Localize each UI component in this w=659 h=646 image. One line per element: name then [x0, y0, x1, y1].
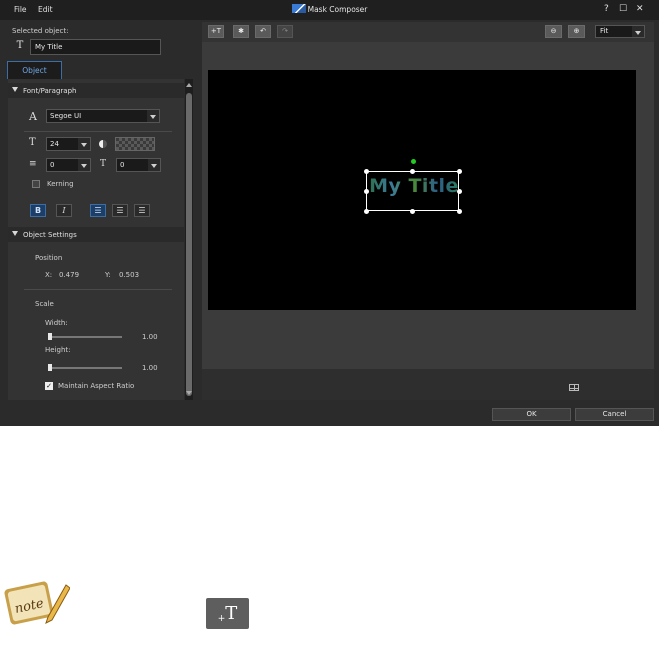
- align-right-button[interactable]: ☰: [134, 204, 150, 217]
- zoom-in-button[interactable]: ⊕: [568, 25, 585, 38]
- kerning-label: Kerning: [47, 180, 74, 188]
- undo-button[interactable]: ↶: [255, 25, 271, 38]
- add-text-icon-large: +T: [206, 598, 249, 629]
- undo-icon: ↶: [260, 27, 266, 35]
- ok-button[interactable]: OK: [492, 408, 571, 421]
- x-value[interactable]: 0.479: [59, 271, 79, 279]
- object-settings-section[interactable]: Object Settings: [8, 227, 184, 242]
- redo-icon: ↷: [282, 27, 288, 35]
- maximize-icon[interactable]: ☐: [619, 4, 627, 14]
- help-icon[interactable]: ?: [604, 4, 609, 14]
- selected-object-field[interactable]: My Title: [30, 39, 161, 55]
- title-bar: File Edit Mask Composer ? ☐ ✕: [0, 0, 659, 20]
- font-paragraph-section[interactable]: Font/Paragraph: [8, 83, 184, 98]
- y-value[interactable]: 0.503: [119, 271, 139, 279]
- properties-panel: Font/Paragraph A Segoe UI T 24 ≡ 0 T 0 K…: [8, 79, 184, 400]
- height-value: 1.00: [142, 364, 158, 372]
- note-icon: note: [4, 581, 70, 625]
- redo-button[interactable]: ↷: [277, 25, 293, 38]
- char-spacing-icon: T: [100, 159, 107, 169]
- resize-handle[interactable]: [457, 189, 462, 194]
- scrollbar-thumb[interactable]: [186, 93, 192, 396]
- maintain-aspect-checkbox[interactable]: ✓: [45, 382, 53, 390]
- cancel-button[interactable]: Cancel: [575, 408, 654, 421]
- add-text-button[interactable]: +T: [208, 25, 224, 38]
- char-spacing-dropdown[interactable]: 0: [116, 158, 161, 172]
- font-name-dropdown[interactable]: Segoe UI: [46, 109, 160, 123]
- selection-box[interactable]: [366, 171, 459, 211]
- width-slider[interactable]: [48, 336, 122, 338]
- bold-button[interactable]: B: [30, 204, 46, 217]
- scroll-down-icon[interactable]: [186, 391, 192, 395]
- app-logo-icon: [291, 4, 306, 13]
- resize-handle[interactable]: [364, 209, 369, 214]
- zoom-out-icon: ⊖: [550, 27, 557, 35]
- width-slider-handle[interactable]: [48, 333, 52, 340]
- zoom-dropdown[interactable]: Fit: [595, 25, 645, 38]
- align-center-button[interactable]: ☰: [112, 204, 128, 217]
- line-spacing-dropdown[interactable]: 0: [46, 158, 91, 172]
- scroll-up-icon[interactable]: [186, 83, 192, 87]
- resize-handle[interactable]: [410, 169, 415, 174]
- zoom-out-button[interactable]: ⊖: [545, 25, 562, 38]
- maintain-aspect-label: Maintain Aspect Ratio: [58, 382, 135, 390]
- position-label: Position: [35, 254, 63, 262]
- add-particle-button[interactable]: ✱: [233, 25, 249, 38]
- resize-handle[interactable]: [364, 189, 369, 194]
- italic-button[interactable]: I: [56, 204, 72, 217]
- grid-icon[interactable]: [569, 384, 579, 391]
- scale-label: Scale: [35, 300, 54, 308]
- resize-handle[interactable]: [457, 209, 462, 214]
- font-icon: A: [29, 110, 37, 123]
- line-spacing-icon: ≡: [29, 159, 37, 169]
- font-size-dropdown[interactable]: 24: [46, 137, 91, 151]
- height-label: Height:: [45, 346, 71, 354]
- resize-handle[interactable]: [457, 169, 462, 174]
- rotate-handle[interactable]: [411, 159, 416, 164]
- align-center-icon: ☰: [116, 206, 124, 215]
- text-object-icon: T: [16, 40, 24, 51]
- align-left-icon: ☰: [94, 206, 102, 215]
- y-label: Y:: [105, 271, 111, 279]
- collapse-icon: [12, 231, 18, 236]
- width-label: Width:: [45, 319, 68, 327]
- zoom-in-icon: ⊕: [573, 27, 580, 35]
- collapse-icon: [12, 87, 18, 92]
- properties-scrollbar[interactable]: [185, 79, 193, 400]
- preview-toolbar: +T ✱ ↶ ↷ ⊖ ⊕ Fit: [202, 22, 654, 42]
- align-left-button[interactable]: ☰: [90, 204, 106, 217]
- x-label: X:: [45, 271, 53, 279]
- close-icon[interactable]: ✕: [636, 4, 644, 14]
- preview-bottom-bar: [202, 369, 654, 400]
- font-size-icon: T: [29, 137, 36, 148]
- kerning-checkbox[interactable]: [32, 180, 40, 188]
- resize-handle[interactable]: [364, 169, 369, 174]
- window-title: Mask Composer: [0, 4, 659, 14]
- align-right-icon: ☰: [138, 206, 146, 215]
- add-text-icon: +T: [210, 27, 222, 35]
- color-swatch[interactable]: [115, 137, 155, 151]
- height-slider-handle[interactable]: [48, 364, 52, 371]
- selected-object-label: Selected object:: [12, 27, 69, 35]
- color-picker-icon[interactable]: [99, 140, 107, 148]
- particle-icon: ✱: [238, 27, 244, 35]
- resize-handle[interactable]: [410, 209, 415, 214]
- tab-object[interactable]: Object: [7, 61, 62, 79]
- height-slider[interactable]: [48, 367, 122, 369]
- width-value: 1.00: [142, 333, 158, 341]
